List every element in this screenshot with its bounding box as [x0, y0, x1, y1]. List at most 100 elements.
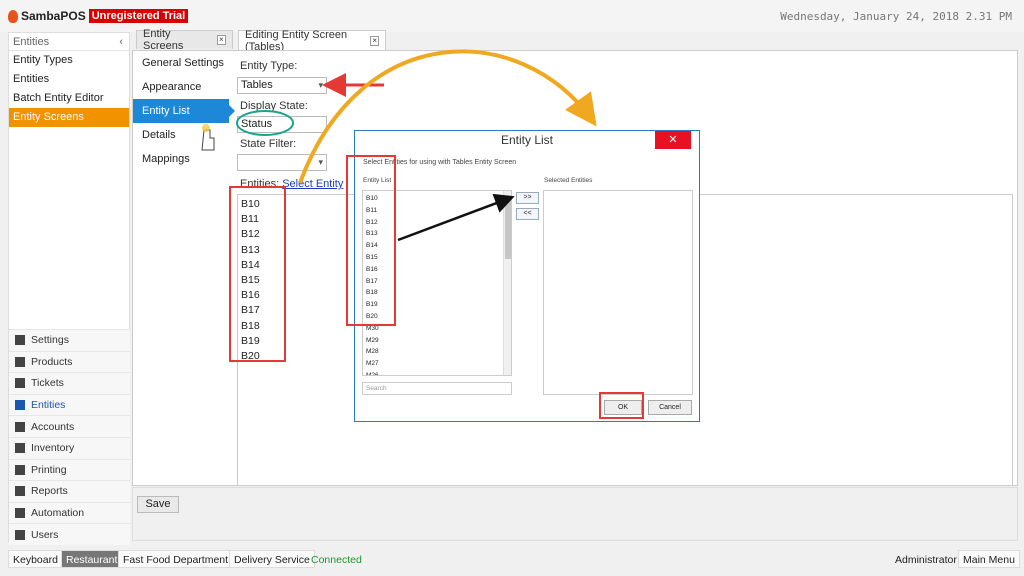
nav-printing[interactable]: Printing	[9, 458, 130, 481]
selected-entities-list[interactable]	[543, 190, 693, 395]
nav-users[interactable]: Users	[9, 523, 130, 545]
nav-label: Printing	[31, 463, 67, 476]
sidebar-header: Entities ‹	[9, 33, 129, 51]
display-state-value: Status	[241, 118, 273, 130]
pencil-icon	[15, 508, 25, 519]
scrollbar-thumb[interactable]	[505, 201, 511, 259]
nav-reports[interactable]: Reports	[9, 480, 130, 502]
main-menu-button[interactable]: Main Menu	[958, 550, 1020, 568]
delivery-button[interactable]: Delivery Service	[229, 550, 315, 568]
close-icon[interactable]: ✕	[655, 131, 691, 149]
list-item[interactable]: M28	[363, 346, 511, 358]
keyboard-button[interactable]: Keyboard	[8, 550, 63, 568]
ok-button[interactable]: OK	[604, 400, 642, 415]
tab-label: Entity Screens	[143, 28, 184, 52]
status-bar: Keyboard Restaurant Fast Food Department…	[0, 546, 1024, 572]
nav-inventory[interactable]: Inventory	[9, 436, 130, 459]
dialog-title: Entity List	[500, 133, 554, 147]
gear-icon	[15, 335, 25, 346]
document-icon	[15, 464, 25, 475]
list-item[interactable]: B18	[363, 287, 511, 299]
close-icon[interactable]: ×	[370, 35, 379, 46]
app-logo: SambaPOS Unregistered Trial	[8, 9, 189, 23]
search-input[interactable]: Search	[362, 382, 512, 395]
sidebar-item-entities[interactable]: Entities	[9, 70, 129, 89]
list-item[interactable]: B20	[363, 311, 511, 323]
nav-label: Automation	[31, 507, 85, 520]
coffee-icon	[15, 356, 25, 367]
list-item[interactable]: B17	[363, 276, 511, 288]
calculator-icon	[15, 421, 25, 432]
nav-label: Inventory	[31, 442, 75, 455]
available-entities-list[interactable]: B10 B11 B12 B13 B14 B15 B16 B17 B18 B19 B20 M30 M29 M…	[362, 190, 512, 376]
remove-selected-button[interactable]: <<	[516, 208, 539, 220]
list-item[interactable]: B15	[363, 252, 511, 264]
menu-general-settings[interactable]: General Settings	[133, 51, 229, 75]
tab-entity-screens[interactable]: Entity Screens ×	[136, 28, 233, 52]
list-item[interactable]: B13	[363, 228, 511, 240]
list-item[interactable]: M30	[363, 323, 511, 335]
list-item[interactable]: B14	[363, 240, 511, 252]
nav-label: Products	[31, 355, 73, 368]
sidebar-item-entity-types[interactable]: Entity Types	[9, 51, 129, 70]
editor-footer: Save	[132, 487, 1018, 541]
connection-status: Connected	[311, 554, 362, 566]
nav-entities[interactable]: Entities	[9, 393, 130, 416]
display-state-input[interactable]: Status	[237, 116, 327, 133]
list-item[interactable]: B11	[363, 205, 511, 217]
entities-label: Entities: Select Entity	[240, 178, 343, 190]
tab-editing-entity-screen[interactable]: Editing Entity Screen (Tables) ×	[238, 28, 386, 53]
close-icon[interactable]: ×	[216, 35, 226, 45]
cancel-button[interactable]: Cancel	[648, 400, 692, 415]
datetime: Wednesday, January 24, 2018 2.31 PM	[780, 10, 1012, 23]
nav-label: Users	[31, 528, 59, 541]
menu-mappings[interactable]: Mappings	[133, 147, 229, 171]
add-selected-button[interactable]: >>	[516, 192, 539, 204]
menu-appearance[interactable]: Appearance	[133, 75, 229, 99]
nav-label: Entities	[31, 399, 66, 412]
nav-label: Settings	[31, 334, 69, 347]
nav-automation[interactable]: Automation	[9, 501, 130, 524]
entity-type-select[interactable]: Tables ▾	[237, 77, 327, 94]
list-item[interactable]: B19	[363, 299, 511, 311]
list-item[interactable]: M26	[363, 370, 511, 375]
state-filter-label: State Filter:	[240, 138, 297, 150]
list-item[interactable]: B10	[363, 193, 511, 205]
collapse-icon[interactable]: ‹	[119, 36, 123, 48]
nav-label: Accounts	[31, 420, 75, 433]
nav-accounts[interactable]: Accounts	[9, 415, 130, 437]
scrollbar[interactable]	[503, 191, 511, 375]
entity-type-value: Tables	[241, 79, 273, 91]
nav-settings[interactable]: Settings	[9, 329, 130, 351]
entity-list-dialog: Entity List ✕ Select Entities for using …	[354, 130, 700, 422]
flame-icon	[8, 9, 18, 23]
app-name: SambaPOS	[21, 9, 86, 23]
chevron-down-icon: ▾	[318, 80, 323, 90]
books-icon	[15, 378, 25, 389]
list-item[interactable]: B12	[363, 217, 511, 229]
list-item[interactable]: M29	[363, 335, 511, 347]
select-entity-link[interactable]: Select Entity	[282, 178, 343, 190]
state-filter-select[interactable]: ▾	[237, 154, 327, 171]
chevron-down-icon: ▾	[318, 157, 323, 167]
bar-chart-icon	[15, 486, 25, 497]
tab-label: Editing Entity Screen (Tables)	[245, 28, 348, 53]
editor-menu: General Settings Appearance Entity List …	[133, 51, 235, 486]
sidebar-item-batch-entity-editor[interactable]: Batch Entity Editor	[9, 89, 129, 108]
menu-entity-list[interactable]: Entity List	[133, 99, 235, 123]
boxes-icon	[15, 443, 25, 454]
menu-details[interactable]: Details	[133, 123, 229, 147]
nav-label: Reports	[31, 485, 68, 498]
trial-badge: Unregistered Trial	[88, 9, 189, 23]
nav-products[interactable]: Products	[9, 350, 130, 373]
selected-entities-label: Selected Entities	[544, 177, 593, 184]
fast-food-button[interactable]: Fast Food Department	[118, 550, 234, 568]
save-button[interactable]: Save	[137, 496, 179, 513]
sidebar: Entities ‹ Entity Types Entities Batch E…	[8, 32, 130, 545]
restaurant-button[interactable]: Restaurant	[61, 550, 123, 568]
list-item[interactable]: B16	[363, 264, 511, 276]
table-icon	[15, 400, 25, 411]
sidebar-item-entity-screens[interactable]: Entity Screens	[9, 108, 129, 127]
nav-tickets[interactable]: Tickets	[9, 372, 130, 394]
list-item[interactable]: M27	[363, 358, 511, 370]
